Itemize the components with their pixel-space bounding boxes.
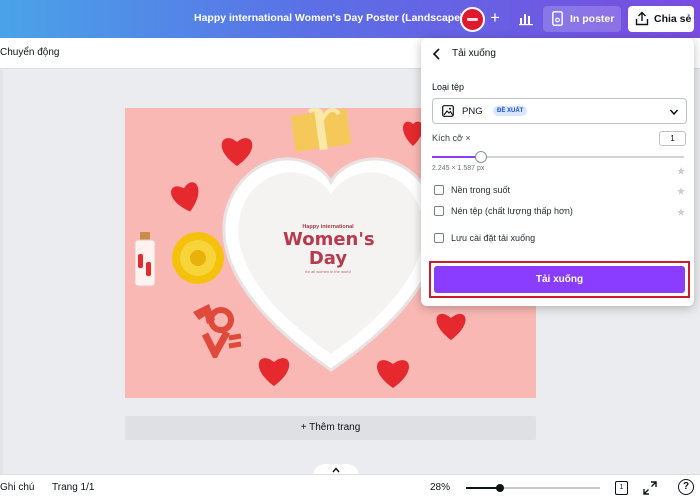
panel-title: Tải xuống — [452, 48, 496, 59]
page-indicator: Trang 1/1 — [52, 482, 95, 493]
export-dimensions: 2.245 × 1.587 px — [432, 165, 485, 172]
animate-button[interactable]: Chuyển động — [0, 47, 60, 58]
avatar[interactable] — [460, 7, 485, 32]
option-label: Nén tệp (chất lượng thấp hơn) — [451, 206, 573, 216]
image-icon — [442, 105, 454, 117]
size-label: Kích cỡ × — [432, 133, 471, 143]
left-edge — [0, 70, 3, 474]
zoom-slider[interactable] — [466, 481, 600, 495]
share-label: Chia sẻ — [654, 13, 692, 25]
share-button[interactable]: Chia sẻ — [628, 6, 694, 32]
card-title-line1: Women's — [283, 229, 375, 250]
zoom-slider-thumb[interactable] — [496, 484, 504, 492]
add-page-button[interactable]: + Thêm trang — [125, 416, 536, 440]
pro-star-icon — [677, 167, 685, 175]
chart-icon[interactable] — [518, 10, 534, 26]
heart-decoration — [171, 182, 199, 212]
checkbox[interactable] — [434, 206, 444, 216]
share-icon — [635, 11, 649, 26]
print-icon — [552, 11, 563, 26]
yellow-flower-decoration — [172, 232, 224, 284]
chevron-up-icon — [332, 467, 340, 473]
print-poster-button[interactable]: In poster — [543, 6, 621, 32]
size-slider-fill — [432, 156, 481, 158]
size-slider[interactable] — [432, 150, 684, 164]
download-button[interactable]: Tải xuống — [434, 266, 685, 293]
recommended-badge: ĐỀ XUẤT — [493, 106, 528, 116]
fullscreen-icon[interactable] — [643, 481, 657, 495]
size-slider-thumb[interactable] — [475, 151, 487, 163]
download-panel: Tải xuống Loại tệp PNG ĐỀ XUẤT Kích cỡ ×… — [421, 38, 694, 306]
print-poster-label: In poster — [570, 13, 615, 25]
notes-button[interactable]: Ghi chú — [0, 482, 34, 493]
document-title[interactable]: Happy international Women's Day Poster (… — [194, 12, 467, 24]
pro-star-icon — [677, 187, 685, 195]
download-highlight: Tải xuống — [429, 261, 690, 298]
editor-header: Happy international Women's Day Poster (… — [0, 0, 700, 38]
page-grid-icon[interactable]: 1 — [615, 481, 628, 495]
checkbox[interactable] — [434, 185, 444, 195]
avatar-mark — [467, 18, 478, 21]
file-type-label: Loại tệp — [432, 82, 465, 92]
option-label: Lưu cài đặt tải xuống — [451, 233, 536, 243]
card-title-line2: Day — [308, 248, 348, 269]
editor-footer: Ghi chú Trang 1/1 28% 1 ? — [0, 474, 700, 500]
option-label: Nền trong suốt — [451, 185, 511, 195]
card-text: Happy international Women's Day for all … — [283, 224, 375, 274]
back-icon[interactable] — [431, 48, 443, 60]
checkbox[interactable] — [434, 233, 444, 243]
zoom-slider-fill — [466, 487, 500, 489]
help-icon[interactable]: ? — [678, 479, 694, 495]
perfume-bottle-decoration — [134, 232, 156, 287]
chevron-down-icon — [669, 109, 679, 116]
pro-star-icon — [677, 208, 685, 216]
card-tagline: for all women in the world — [305, 269, 351, 274]
file-type-value: PNG — [462, 106, 483, 117]
plus-icon: + — [490, 8, 500, 27]
file-type-select[interactable]: PNG ĐỀ XUẤT — [432, 98, 687, 124]
zoom-value[interactable]: 28% — [430, 482, 450, 493]
add-collaborator-button[interactable]: + — [488, 9, 502, 27]
size-input[interactable]: 1 — [659, 131, 686, 146]
